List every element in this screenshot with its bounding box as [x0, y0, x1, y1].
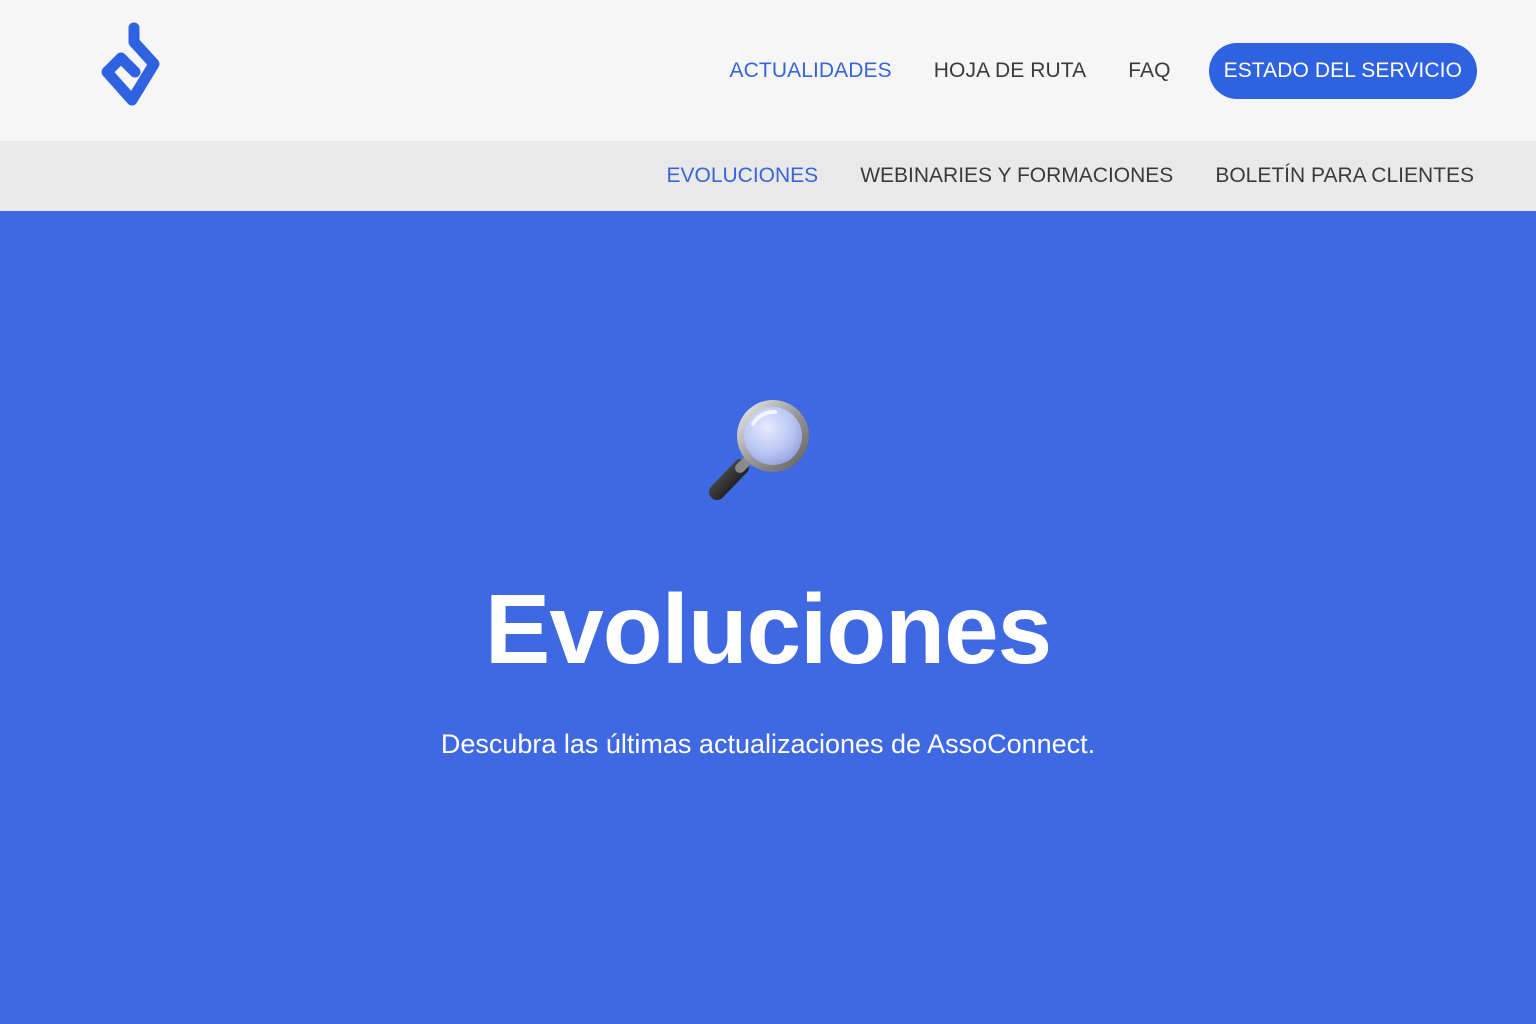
subnav-webinaries[interactable]: WEBINARIES Y FORMACIONES	[860, 164, 1173, 188]
subnav-evoluciones[interactable]: EVOLUCIONES	[666, 164, 818, 188]
top-header: ACTUALIDADES HOJA DE RUTA FAQ ESTADO DEL…	[0, 0, 1536, 141]
nav-actualidades[interactable]: ACTUALIDADES	[730, 59, 892, 83]
estado-del-servicio-button[interactable]: ESTADO DEL SERVICIO	[1208, 43, 1477, 99]
nav-hoja-de-ruta[interactable]: HOJA DE RUTA	[934, 59, 1087, 83]
page-title: Evoluciones	[484, 574, 1052, 684]
assoconnect-logo-icon[interactable]	[96, 22, 170, 110]
sub-header: EVOLUCIONES WEBINARIES Y FORMACIONES BOL…	[0, 141, 1536, 211]
hero-section: Evoluciones Descubra las últimas actuali…	[0, 211, 1536, 1024]
nav-faq[interactable]: FAQ	[1128, 59, 1170, 83]
subnav-boletin[interactable]: BOLETÍN PARA CLIENTES	[1215, 164, 1474, 188]
magnifying-glass-icon	[703, 394, 817, 504]
page-subtitle: Descubra las últimas actualizaciones de …	[440, 729, 1096, 759]
sub-nav: EVOLUCIONES WEBINARIES Y FORMACIONES BOL…	[624, 141, 1474, 211]
main-nav: ACTUALIDADES HOJA DE RUTA FAQ ESTADO DEL…	[688, 43, 1477, 99]
